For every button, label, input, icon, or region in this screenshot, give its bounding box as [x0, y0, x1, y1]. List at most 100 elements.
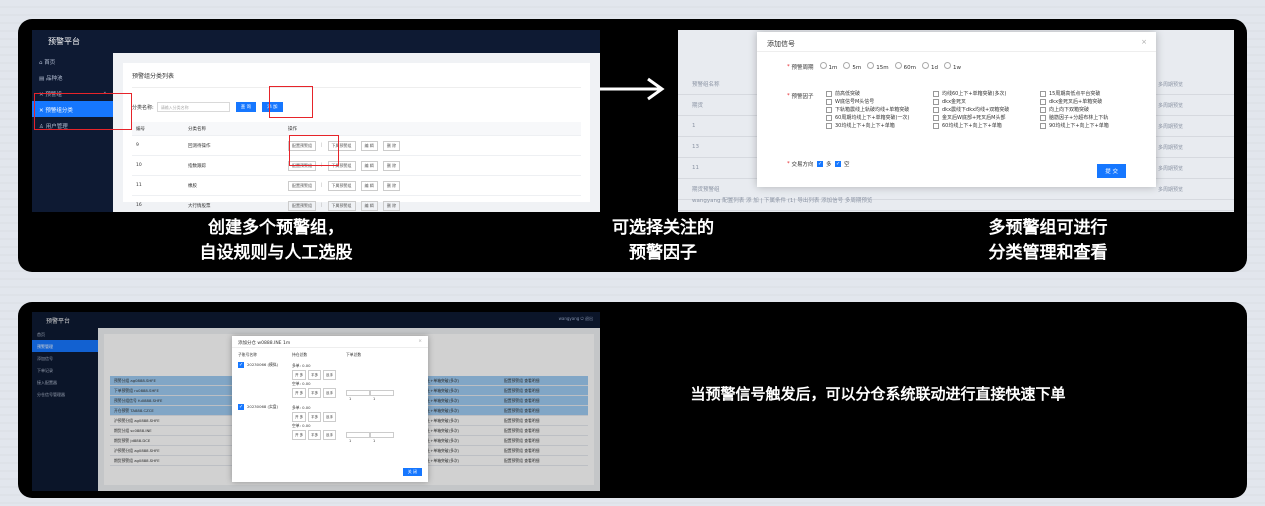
- row-actions: 配置预警组 | 下属预警组编 辑删 除: [288, 180, 581, 191]
- factor-checkbox[interactable]: [933, 91, 939, 97]
- action-button-2[interactable]: 编 辑: [360, 160, 378, 171]
- order-mini-button[interactable]: 平多: [308, 388, 322, 398]
- mini-buttons: 开 多平多 反手: [292, 430, 346, 440]
- factor-checkbox[interactable]: [826, 107, 832, 113]
- action-button-2[interactable]: 编 辑: [360, 140, 378, 151]
- account-block: ✓ 20230068 (实盘) 多单: 0.00 开 多平多 反手 空单: 0.00 开 多…: [238, 404, 422, 443]
- factor-checkbox[interactable]: [1040, 91, 1046, 97]
- factor-option: 90均线上下+向上下+单箱: [1040, 123, 1152, 129]
- nav-home[interactable]: ⌂ 首页: [32, 53, 113, 69]
- order-qty-input[interactable]: 1: [346, 390, 370, 401]
- action-button-3[interactable]: 删 除: [382, 180, 401, 191]
- col-name: 分类名称: [188, 126, 206, 132]
- period-option: 1m: [828, 65, 838, 71]
- search-button[interactable]: 查 询: [235, 102, 257, 112]
- factor-checkbox[interactable]: [826, 115, 832, 121]
- dialog-title-2: 添加分仓 w0888.INE 1m: [238, 341, 291, 346]
- order-qty-input[interactable]: 1: [370, 432, 394, 443]
- col-account: 子账号名称: [238, 352, 257, 357]
- factor-checkbox[interactable]: [933, 115, 939, 121]
- table-row: 10 指数跟踪 配置预警组 | 下属预警组编 辑删 除: [132, 156, 581, 176]
- position-col: 多单: 0.00 开 多平多 反手 空单: 0.00 开 多平多 反手: [292, 404, 346, 440]
- feature-panel-2: 预警平台 wangyang ⏻ 退出 首页 预警管理 添加信号 下单记录 接入配置器 分仓信…: [18, 302, 1247, 498]
- period-option: 5m: [852, 65, 862, 71]
- category-name-input[interactable]: 请输入分类名称: [156, 102, 230, 112]
- factor-checkbox[interactable]: [1040, 99, 1046, 105]
- factor-label: 向上向下双箱突破: [1049, 107, 1090, 113]
- factor-label: 金叉后W底部+死叉后M头部: [942, 115, 1006, 121]
- close-icon[interactable]: ×: [1141, 38, 1147, 46]
- nav-stock-pool[interactable]: ▤ 品种池: [32, 69, 113, 85]
- period-radio[interactable]: [867, 62, 875, 69]
- background-cell: 多周期预览: [1158, 123, 1184, 130]
- order-qty-input[interactable]: 1: [346, 432, 370, 443]
- position-value: 多单: 0.00: [292, 405, 311, 410]
- account-checkbox[interactable]: ✓: [238, 362, 244, 368]
- factor-checkbox[interactable]: [1040, 123, 1046, 129]
- filter-label: 分类名称:: [132, 104, 154, 111]
- action-button-3[interactable]: 删 除: [382, 200, 401, 211]
- factor-checkbox[interactable]: [826, 123, 832, 129]
- action-button-3[interactable]: 删 除: [382, 140, 401, 151]
- order-mini-button[interactable]: 平多: [308, 430, 322, 440]
- factor-label: dkx震线下dkx均线+双箱突破: [942, 107, 1010, 113]
- direction-long: 多: [826, 162, 832, 168]
- order-mini-button[interactable]: 开 多: [292, 412, 307, 422]
- factor-checkbox[interactable]: [826, 99, 832, 105]
- background-cell: 多周期预览: [1158, 102, 1184, 109]
- factor-checkbox[interactable]: [1040, 107, 1046, 113]
- action-button-1[interactable]: 下属预警组: [327, 200, 356, 211]
- checkbox-short[interactable]: ✓: [835, 161, 842, 167]
- factor-checkbox[interactable]: [1040, 115, 1046, 121]
- period-radio[interactable]: [819, 62, 827, 69]
- factor-checkbox[interactable]: [933, 99, 939, 105]
- account-checkbox[interactable]: ✓: [238, 404, 244, 410]
- period-radio[interactable]: [921, 62, 929, 69]
- action-button-0[interactable]: 配置预警组: [288, 180, 316, 191]
- checkbox-long[interactable]: ✓: [817, 161, 824, 167]
- order-mini-button[interactable]: 反手: [323, 412, 337, 422]
- highlight-box-nav: [34, 93, 132, 130]
- factor-checkbox[interactable]: [933, 123, 939, 129]
- order-mini-button[interactable]: 平多: [308, 370, 322, 380]
- action-button-3[interactable]: 删 除: [382, 160, 401, 171]
- mini-buttons: 开 多平多 反手: [292, 370, 346, 380]
- factor-label: 脑筋因子+分超布林上下轨: [1049, 115, 1109, 121]
- order-mini-button[interactable]: 平多: [308, 412, 322, 422]
- close-button[interactable]: 关 闭: [402, 468, 422, 476]
- action-button-2[interactable]: 编 辑: [360, 200, 378, 211]
- submit-button[interactable]: 提 交: [1097, 164, 1126, 178]
- order-mini-button[interactable]: 反手: [323, 430, 337, 440]
- position-col: 多单: 0.00 开 多平多 反手 空单: 0.00 开 多平多 反手: [292, 362, 346, 398]
- action-button-1[interactable]: 下属预警组: [327, 180, 356, 191]
- qty-col: 11: [346, 385, 394, 401]
- row-name: 大行情股票: [188, 203, 211, 209]
- factor-checkbox[interactable]: [933, 107, 939, 113]
- order-mini-button[interactable]: 反手: [323, 388, 337, 398]
- period-radio[interactable]: [843, 62, 851, 69]
- factor-label-row: * 预警因子: [787, 93, 814, 100]
- period-radio[interactable]: [894, 62, 902, 69]
- order-mini-button[interactable]: 开 多: [292, 388, 307, 398]
- factor-option: 均线60上下+单箱突破(多次): [933, 91, 1040, 97]
- right-arrow-icon: [600, 77, 665, 101]
- order-mini-button[interactable]: 开 多: [292, 430, 307, 440]
- caption-2-line-1: 可选择关注的: [612, 218, 714, 238]
- factor-label: 15周期高低点平台突破: [1049, 91, 1101, 97]
- factor-label: 预警因子: [791, 94, 814, 100]
- factor-checkbox[interactable]: [826, 91, 832, 97]
- caption-2: 可选择关注的 预警因子: [588, 216, 738, 266]
- period-label: 预警周期: [791, 64, 814, 71]
- caption-4: 当预警信号触发后，可以分仓系统联动进行直接快速下单: [690, 385, 1066, 403]
- order-mini-button[interactable]: 开 多: [292, 370, 307, 380]
- close-icon[interactable]: ×: [418, 339, 422, 344]
- category-card: 预警组分类列表 分类名称: 请输入分类名称 查 询 添 加 编号 分类名称 操作…: [123, 63, 590, 211]
- period-radio[interactable]: [943, 62, 951, 69]
- order-mini-button[interactable]: 反手: [323, 370, 337, 380]
- action-button-2[interactable]: 编 辑: [360, 180, 378, 191]
- action-button-0[interactable]: 配置预警组: [288, 200, 316, 211]
- table-row: 16 大行情股票 配置预警组 | 下属预警组编 辑删 除: [132, 196, 581, 212]
- factor-option: 脑筋因子+分超布林上下轨: [1040, 115, 1152, 121]
- feature-panel-1: 预警平台 ⌂ 首页 ▤ 品种池 ✕ 预警组 ⌄ ✕ 预警组分类 ♙ 用户管理 预警…: [18, 19, 1247, 272]
- order-qty-input[interactable]: 1: [370, 390, 394, 401]
